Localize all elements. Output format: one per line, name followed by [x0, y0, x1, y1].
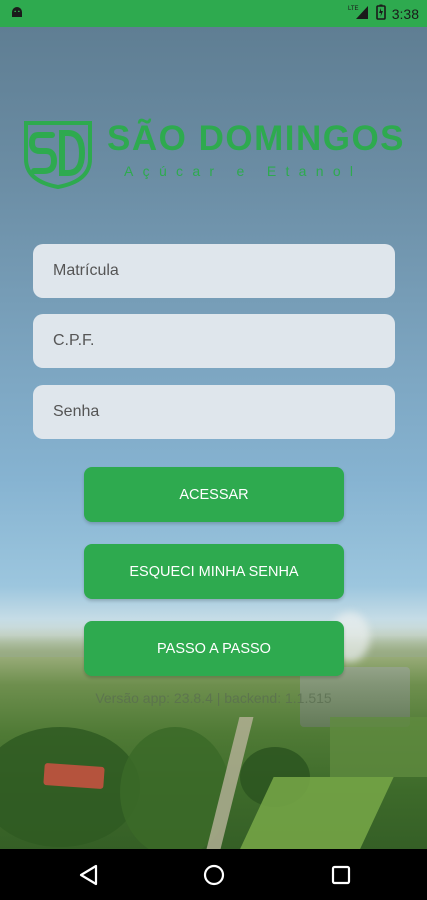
matricula-placeholder: Matrícula [53, 262, 119, 279]
sd-monogram-icon [24, 121, 92, 189]
network-label: LTE [348, 6, 359, 12]
back-icon[interactable] [77, 863, 101, 887]
background-field [330, 717, 427, 777]
navigation-bar [0, 849, 427, 900]
matricula-input[interactable]: Matrícula [33, 244, 395, 298]
android-debug-icon [10, 4, 24, 23]
version-text: Versão app: 23.8.4 | backend: 1.1.515 [95, 690, 332, 706]
recents-icon[interactable] [329, 863, 353, 887]
home-icon[interactable] [202, 863, 226, 887]
cpf-placeholder: C.P.F. [53, 332, 95, 349]
acessar-button[interactable]: ACESSAR [84, 467, 344, 522]
battery-icon [375, 4, 386, 23]
senha-placeholder: Senha [53, 403, 100, 420]
forgot-password-label: ESQUECI MINHA SENHA [129, 563, 299, 580]
login-screen: SÃO DOMINGOS Açúcar e Etanol Matrícula C… [0, 27, 427, 849]
signal-icon: LTE [348, 4, 370, 23]
acessar-label: ACESSAR [179, 486, 249, 503]
background-trees [0, 727, 140, 847]
brand-logo: SÃO DOMINGOS Açúcar e Etanol [22, 119, 407, 199]
step-by-step-button[interactable]: PASSO A PASSO [84, 621, 344, 676]
status-time: 3:38 [391, 5, 419, 22]
step-by-step-label: PASSO A PASSO [157, 640, 271, 657]
background-house-roof [43, 762, 105, 790]
status-bar: LTE 3:38 [0, 0, 427, 27]
senha-input[interactable]: Senha [33, 385, 395, 439]
brand-title: SÃO DOMINGOS [107, 119, 406, 158]
cpf-input[interactable]: C.P.F. [33, 314, 395, 368]
forgot-password-button[interactable]: ESQUECI MINHA SENHA [84, 544, 344, 599]
brand-subtitle: Açúcar e Etanol [124, 163, 363, 179]
